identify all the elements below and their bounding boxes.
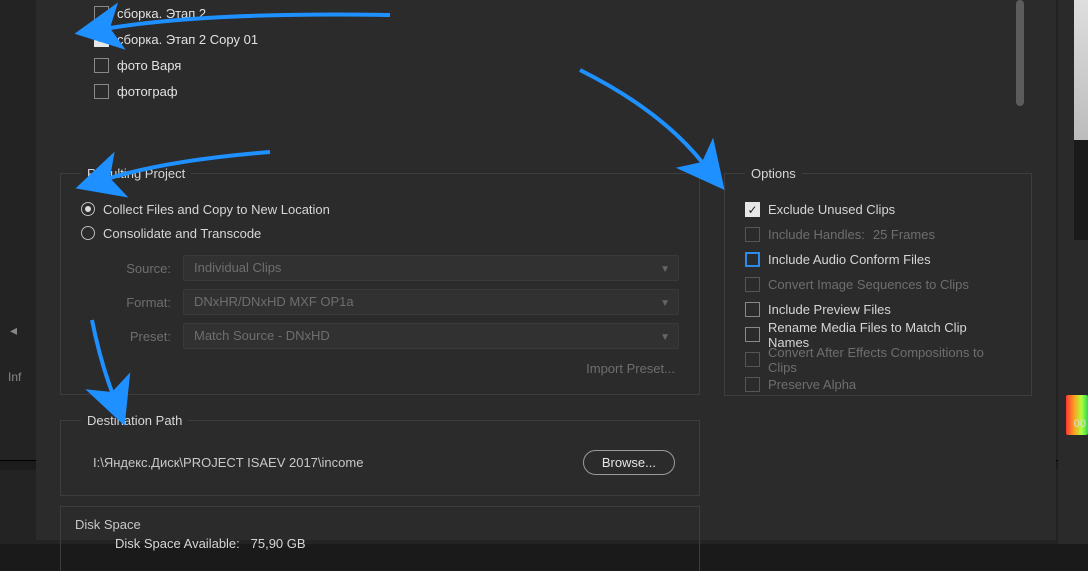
checkbox-icon xyxy=(745,277,760,292)
chevron-down-icon: ▼ xyxy=(660,298,670,309)
radio-icon[interactable] xyxy=(81,226,95,240)
checkbox-icon xyxy=(745,352,760,367)
right-panel-strip: 00 xyxy=(1058,0,1088,544)
sequence-item[interactable]: ✓ сборка. Этап 2 Copy 01 xyxy=(94,26,1016,52)
option-include-audio-conform[interactable]: Include Audio Conform Files xyxy=(745,247,1011,272)
option-exclude-unused[interactable]: ✓ Exclude Unused Clips xyxy=(745,197,1011,222)
radio-label: Collect Files and Copy to New Location xyxy=(103,202,330,217)
section-title: Disk Space xyxy=(75,517,685,532)
project-manager-dialog: сборка. Этап 2 ✓ сборка. Этап 2 Copy 01 … xyxy=(36,0,1056,540)
sequence-label: сборка. Этап 2 xyxy=(117,6,206,21)
radio-collect-files[interactable]: Collect Files and Copy to New Location xyxy=(81,197,679,221)
destination-path-value: I:\Яндекс.Диск\PROJECT ISAEV 2017\income xyxy=(93,455,363,470)
format-label: Format: xyxy=(81,295,171,310)
checkbox-icon[interactable] xyxy=(745,327,760,342)
resulting-project-section: Resulting Project Collect Files and Copy… xyxy=(60,166,700,395)
sequence-item[interactable]: сборка. Этап 2 xyxy=(94,0,1016,26)
right-panel-dark xyxy=(1074,140,1088,240)
scrollbar[interactable] xyxy=(1016,0,1024,106)
option-rename-media[interactable]: Rename Media Files to Match Clip Names xyxy=(745,322,1011,347)
select-value: Match Source - DNxHD xyxy=(194,328,330,343)
handles-frames-value: 25 Frames xyxy=(873,227,935,242)
checkbox-icon[interactable] xyxy=(94,6,109,21)
disk-space-section: Disk Space Disk Space Available: 75,90 G… xyxy=(60,506,700,571)
option-label: Exclude Unused Clips xyxy=(768,202,895,217)
option-convert-ae: Convert After Effects Compositions to Cl… xyxy=(745,347,1011,372)
radio-consolidate-transcode[interactable]: Consolidate and Transcode xyxy=(81,221,679,245)
source-row: Source: Individual Clips ▼ xyxy=(81,251,679,285)
playback-arrow-icon: ◂ xyxy=(10,322,17,339)
info-panel-label: Inf xyxy=(8,370,21,384)
sequence-item[interactable]: фото Варя xyxy=(94,52,1016,78)
option-preserve-alpha: Preserve Alpha xyxy=(745,372,1011,397)
chevron-down-icon: ▼ xyxy=(660,332,670,343)
import-preset-button: Import Preset... xyxy=(586,361,675,376)
checkbox-highlighted-icon[interactable] xyxy=(745,252,760,267)
format-select: DNxHR/DNxHD MXF OP1a ▼ xyxy=(183,289,679,315)
checkbox-icon xyxy=(745,227,760,242)
right-panel-media-thumb xyxy=(1074,0,1088,140)
scrollbar-thumb[interactable] xyxy=(1016,0,1024,106)
options-section: Options ✓ Exclude Unused Clips Include H… xyxy=(724,166,1032,396)
option-label: Convert After Effects Compositions to Cl… xyxy=(768,345,1011,375)
sequence-item[interactable]: фотограф xyxy=(94,78,1016,104)
destination-path-section: Destination Path I:\Яндекс.Диск\PROJECT … xyxy=(60,413,700,496)
checkbox-icon[interactable] xyxy=(94,84,109,99)
select-value: Individual Clips xyxy=(194,260,281,275)
option-label: Include Preview Files xyxy=(768,302,891,317)
source-label: Source: xyxy=(81,261,171,276)
checkbox-icon xyxy=(745,377,760,392)
sequence-list: сборка. Этап 2 ✓ сборка. Этап 2 Copy 01 … xyxy=(86,0,1024,110)
source-select: Individual Clips ▼ xyxy=(183,255,679,281)
option-label: Preserve Alpha xyxy=(768,377,856,392)
radio-selected-icon[interactable] xyxy=(81,202,95,216)
chevron-down-icon: ▼ xyxy=(660,264,670,275)
checkbox-icon[interactable] xyxy=(745,302,760,317)
section-title: Options xyxy=(745,166,802,181)
sequence-label: фото Варя xyxy=(117,58,181,73)
option-include-handles: Include Handles: 25 Frames xyxy=(745,222,1011,247)
sequence-label: фотограф xyxy=(117,84,178,99)
preset-row: Preset: Match Source - DNxHD ▼ xyxy=(81,319,679,353)
preset-select: Match Source - DNxHD ▼ xyxy=(183,323,679,349)
timeline-marker-label: 00 xyxy=(1074,418,1086,430)
section-title: Resulting Project xyxy=(81,166,191,181)
preset-label: Preset: xyxy=(81,329,171,344)
option-label: Convert Image Sequences to Clips xyxy=(768,277,969,292)
browse-button[interactable]: Browse... xyxy=(583,450,675,475)
option-include-preview[interactable]: Include Preview Files xyxy=(745,297,1011,322)
checkbox-checked-icon[interactable]: ✓ xyxy=(745,202,760,217)
checkbox-checked-icon[interactable]: ✓ xyxy=(94,32,109,47)
sequence-label: сборка. Этап 2 Copy 01 xyxy=(117,32,258,47)
option-convert-image-sequences: Convert Image Sequences to Clips xyxy=(745,272,1011,297)
checkbox-icon[interactable] xyxy=(94,58,109,73)
option-label: Include Handles: xyxy=(768,227,865,242)
select-value: DNxHR/DNxHD MXF OP1a xyxy=(194,294,354,309)
radio-label: Consolidate and Transcode xyxy=(103,226,261,241)
section-title: Destination Path xyxy=(81,413,188,428)
format-row: Format: DNxHR/DNxHD MXF OP1a ▼ xyxy=(81,285,679,319)
option-label: Include Audio Conform Files xyxy=(768,252,931,267)
